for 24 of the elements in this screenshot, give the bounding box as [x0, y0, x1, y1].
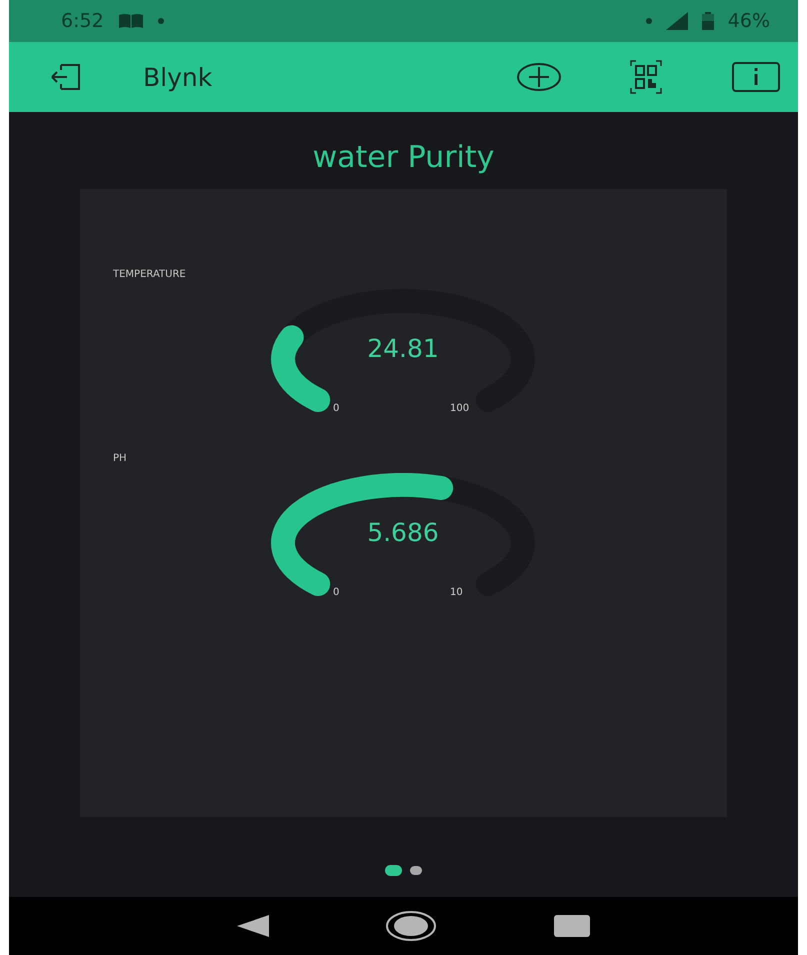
gauge-label: PH [113, 453, 128, 466]
battery-level: 46% [728, 10, 770, 32]
project-title: water Purity [312, 140, 494, 175]
qr-code-button[interactable] [630, 60, 662, 94]
gauge-label: TEMPERATURE [113, 269, 187, 282]
signal-icon [666, 12, 688, 30]
notification-dot [158, 18, 164, 24]
battery-icon [702, 12, 714, 30]
gauge-value: 5.686 [366, 518, 440, 547]
logout-button[interactable] [49, 62, 83, 92]
gauge-min: 0 [333, 587, 340, 598]
gauge-max: 10 [450, 587, 463, 598]
home-button[interactable] [385, 910, 438, 942]
status-time: 6:52 [61, 10, 104, 32]
gauge-max: 100 [450, 403, 470, 414]
gauge-min: 0 [333, 403, 340, 414]
gauge-value: 24.81 [366, 334, 440, 363]
info-button[interactable] [732, 62, 780, 92]
add-button[interactable] [516, 62, 562, 92]
notification-dot [646, 18, 652, 24]
book-icon [118, 13, 144, 29]
back-button[interactable] [237, 915, 270, 937]
recents-button[interactable] [554, 915, 590, 937]
app-title: Blynk [143, 62, 212, 92]
